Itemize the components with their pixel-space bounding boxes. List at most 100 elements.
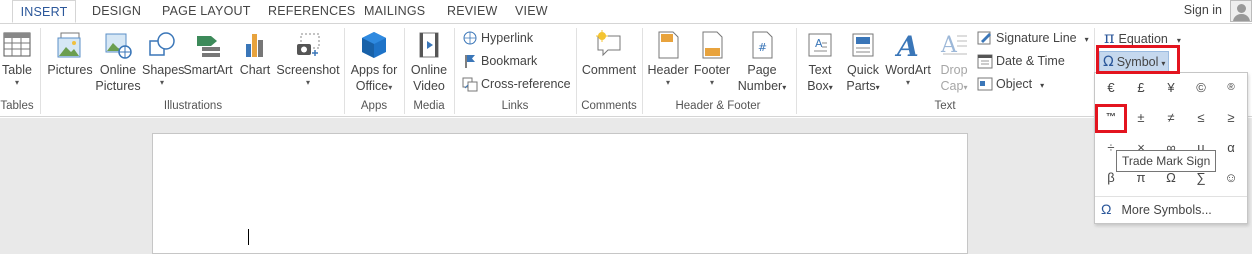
document-page[interactable] — [152, 133, 968, 254]
comment-button[interactable]: Comment — [580, 30, 638, 78]
symbol-smiley[interactable]: ☺ — [1216, 163, 1246, 193]
equation-label: Equation — [1118, 32, 1168, 46]
object-button[interactable]: Object ▾ — [977, 74, 1044, 94]
wordart-label: WordArt — [885, 63, 931, 77]
table-button[interactable]: Table ▾ — [0, 30, 34, 88]
chevron-down-icon: ▾ — [905, 78, 910, 87]
symbol-registered[interactable]: ® — [1216, 73, 1246, 103]
chevron-down-icon: ▾ — [709, 78, 714, 87]
date-time-label: Date & Time — [996, 54, 1065, 68]
highlight-trademark-symbol — [1095, 104, 1127, 133]
group-divider — [796, 28, 797, 114]
symbol-less-equal[interactable]: ≤ — [1186, 103, 1216, 133]
chevron-down-icon: ▾ — [305, 78, 310, 87]
wordart-button[interactable]: A WordArt ▾ — [884, 30, 932, 88]
avatar[interactable] — [1230, 0, 1252, 22]
bookmark-button[interactable]: Bookmark — [462, 51, 537, 71]
page-number-button[interactable]: # Page Number▾ — [734, 30, 790, 96]
header-label: Header — [647, 63, 689, 77]
online-video-button[interactable]: Online Video — [408, 30, 450, 94]
tab-insert[interactable]: INSERT — [12, 0, 76, 23]
more-symbols-label: More Symbols... — [1121, 203, 1212, 217]
header-icon — [653, 30, 683, 60]
symbol-not-equal[interactable]: ≠ — [1156, 103, 1186, 133]
date-time-button[interactable]: Date & Time — [977, 51, 1065, 71]
pictures-label: Pictures — [47, 63, 93, 77]
comment-label: Comment — [581, 63, 637, 77]
signature-line-icon — [977, 30, 993, 46]
pictures-button[interactable]: Pictures — [46, 30, 94, 78]
symbol-euro[interactable]: € — [1096, 73, 1126, 103]
table-icon — [2, 30, 32, 60]
chevron-down-icon: ▾ — [1176, 36, 1181, 45]
object-label: Object — [996, 77, 1033, 91]
svg-text:A: A — [815, 37, 823, 50]
symbol-yen[interactable]: ¥ — [1156, 73, 1186, 103]
bookmark-icon — [462, 53, 478, 69]
text-box-icon: A — [805, 30, 835, 60]
page-number-label-2: Number — [737, 79, 783, 93]
footer-button[interactable]: Footer ▾ — [690, 30, 734, 88]
video-label-1: Online — [410, 63, 448, 77]
screenshot-icon — [293, 30, 323, 60]
text-cursor — [248, 229, 249, 245]
screenshot-label: Screenshot — [276, 63, 340, 77]
shapes-button[interactable]: Shapes ▾ — [142, 30, 184, 88]
smartart-label: SmartArt — [183, 63, 233, 77]
symbol-pound[interactable]: £ — [1126, 73, 1156, 103]
chart-icon — [240, 30, 270, 60]
symbol-greater-equal[interactable]: ≥ — [1216, 103, 1246, 133]
page-number-icon: # — [747, 30, 777, 60]
bookmark-label: Bookmark — [481, 54, 538, 68]
online-pictures-label-1: Online — [99, 63, 137, 77]
group-divider — [642, 28, 643, 114]
footer-icon — [697, 30, 727, 60]
group-label-tables: Tables — [0, 100, 34, 112]
group-label-apps: Apps — [360, 100, 388, 112]
drop-cap-button[interactable]: A Drop Cap▾ — [934, 30, 974, 96]
group-divider — [404, 28, 405, 114]
shapes-icon — [147, 30, 177, 60]
quick-parts-label-2: Parts — [846, 79, 876, 93]
symbol-alpha[interactable]: α — [1216, 133, 1246, 163]
signature-line-button[interactable]: Signature Line ▾ — [977, 28, 1089, 48]
group-label-header-footer: Header & Footer — [675, 100, 761, 112]
symbol-copyright[interactable]: © — [1186, 73, 1216, 103]
drop-cap-label-2: Cap — [940, 79, 964, 93]
text-box-button[interactable]: A Text Box▾ — [800, 30, 840, 96]
chart-label: Chart — [239, 63, 271, 77]
chevron-down-icon: ▾ — [1084, 35, 1089, 44]
tab-review[interactable]: REVIEW — [447, 0, 498, 23]
page-number-label-1: Page — [747, 63, 777, 77]
cross-reference-label: Cross-reference — [481, 77, 571, 91]
tooltip: Trade Mark Sign — [1116, 150, 1217, 172]
quick-parts-button[interactable]: Quick Parts▾ — [842, 30, 884, 96]
apps-for-office-button[interactable]: Apps for Office▾ — [348, 30, 400, 94]
hyperlink-button[interactable]: Hyperlink — [462, 28, 533, 48]
header-button[interactable]: Header ▾ — [646, 30, 690, 88]
pictures-icon — [55, 30, 85, 60]
apps-icon — [359, 30, 389, 60]
group-divider — [344, 28, 345, 114]
chart-button[interactable]: Chart — [236, 30, 274, 78]
sign-in-link[interactable]: Sign in — [1184, 3, 1222, 17]
more-symbols-item[interactable]: Ω More Symbols... — [1095, 196, 1247, 220]
symbol-plus-minus[interactable]: ± — [1126, 103, 1156, 133]
tab-references[interactable]: REFERENCES — [268, 0, 355, 23]
group-divider — [454, 28, 455, 114]
omega-icon: Ω — [1101, 201, 1112, 217]
smartart-button[interactable]: SmartArt — [182, 30, 234, 78]
table-label: Table — [2, 63, 32, 77]
tab-view[interactable]: VIEW — [515, 0, 548, 23]
chevron-down-icon: ▾ — [875, 83, 880, 92]
chevron-down-icon: ▾ — [14, 78, 19, 87]
chevron-down-icon: ▾ — [388, 83, 393, 92]
screenshot-button[interactable]: Screenshot ▾ — [276, 30, 340, 88]
online-pictures-button[interactable]: Online Pictures — [94, 30, 142, 94]
group-label-links: Links — [501, 100, 529, 112]
tab-page-layout[interactable]: PAGE LAYOUT — [162, 0, 251, 23]
group-divider — [40, 28, 41, 114]
cross-reference-button[interactable]: Cross-reference — [462, 74, 571, 94]
tab-design[interactable]: DESIGN — [92, 0, 141, 23]
tab-mailings[interactable]: MAILINGS — [364, 0, 425, 23]
